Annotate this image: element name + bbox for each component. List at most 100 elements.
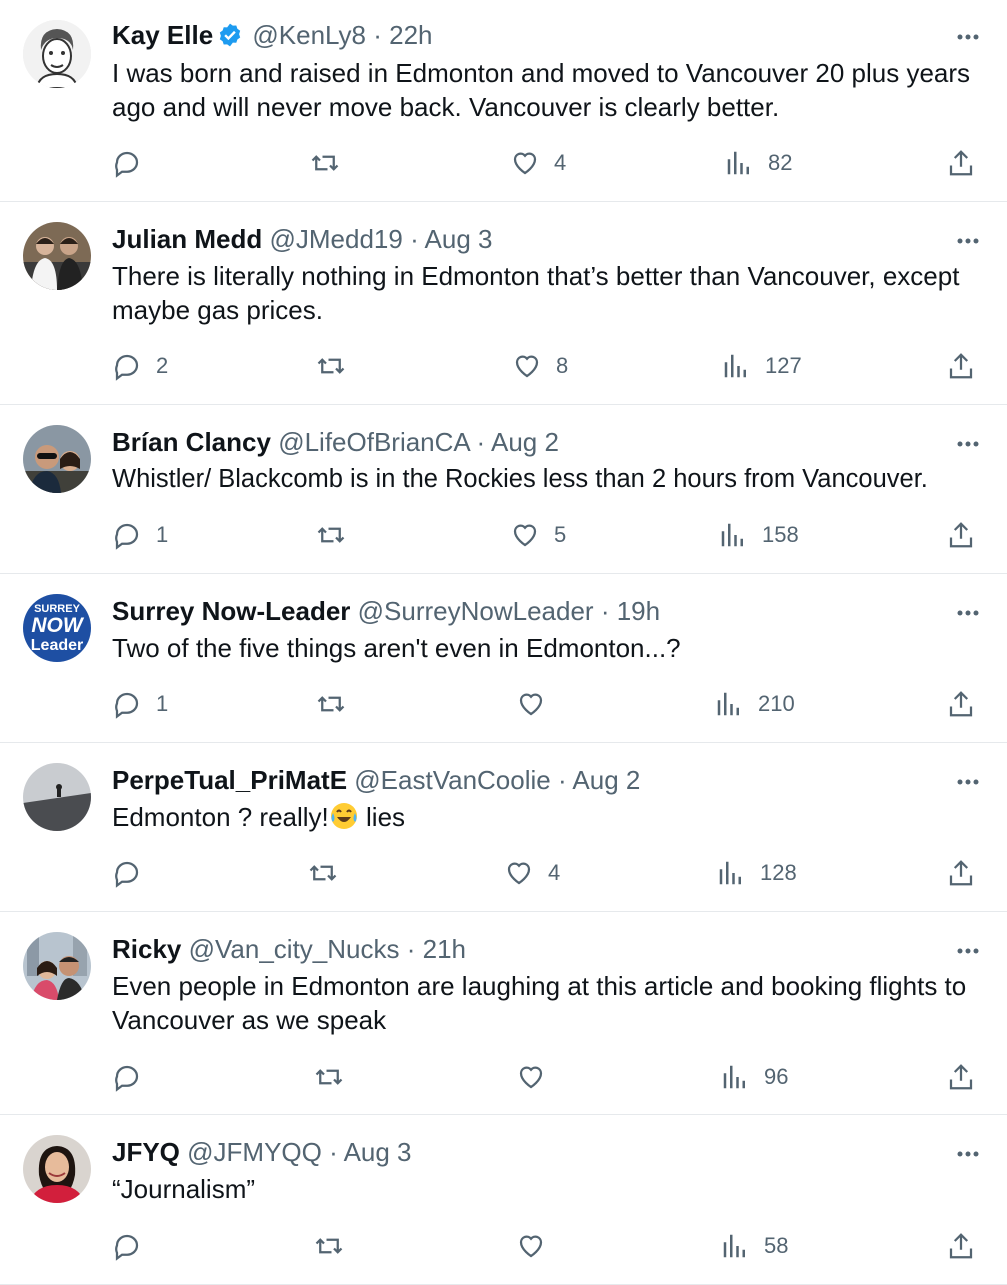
more-options-icon[interactable] <box>953 22 983 52</box>
reply-button[interactable] <box>112 853 156 893</box>
display-name[interactable]: Ricky <box>112 934 181 964</box>
avatar[interactable] <box>23 932 91 1000</box>
share-button[interactable] <box>946 1226 976 1266</box>
tweet[interactable]: JFYQ @JFMYQQ · Aug 3 “Journalism” 58 <box>0 1115 1007 1285</box>
tweet-actions: 1 210 <box>0 684 1007 724</box>
retweet-button[interactable] <box>316 515 360 555</box>
reply-icon <box>115 151 139 178</box>
tweet-header: Brían Clancy @LifeOfBrianCA · Aug 2 <box>112 427 559 457</box>
tweet[interactable]: SURREY NOW Leader Surrey Now-Leader @Sur… <box>0 574 1007 743</box>
tweet-header: Kay Elle @KenLy8 · 22h <box>112 18 947 56</box>
retweet-button[interactable] <box>308 853 352 893</box>
more-options-icon[interactable] <box>953 936 983 966</box>
avatar[interactable] <box>23 425 91 493</box>
retweet-icon <box>317 358 345 374</box>
svg-text:Leader: Leader <box>31 637 83 654</box>
views-button[interactable]: 82 <box>724 143 792 183</box>
display-name[interactable]: Brían Clancy <box>112 427 271 457</box>
views-button[interactable]: 58 <box>720 1226 788 1266</box>
tweet[interactable]: PerpeTual_PriMatE @EastVanCoolie · Aug 2… <box>0 743 1007 912</box>
more-options-icon[interactable] <box>953 1139 983 1169</box>
share-button[interactable] <box>946 143 976 183</box>
tweet-actions: 2 8 127 <box>0 346 1007 386</box>
tweet-header: Julian Medd @JMedd19 · Aug 3 <box>112 224 493 254</box>
timestamp[interactable]: 19h <box>617 596 660 626</box>
retweet-button[interactable] <box>310 143 354 183</box>
timestamp[interactable]: 22h <box>389 20 432 50</box>
tweet-text: “Journalism” <box>112 1174 256 1204</box>
like-button[interactable]: 4 <box>510 143 566 183</box>
reply-icon <box>115 354 139 381</box>
timestamp[interactable]: 21h <box>423 934 466 964</box>
handle[interactable]: @LifeOfBrianCA <box>278 427 469 457</box>
display-name[interactable]: Julian Medd <box>112 224 262 254</box>
like-button[interactable] <box>516 684 560 724</box>
views-chart-icon <box>723 1065 745 1089</box>
tweet[interactable]: Ricky @Van_city_Nucks · 21h Even people … <box>0 912 1007 1115</box>
reply-button[interactable] <box>112 143 156 183</box>
like-button[interactable]: 8 <box>512 346 568 386</box>
views-button[interactable]: 96 <box>720 1057 788 1097</box>
heart-icon <box>513 152 537 175</box>
share-button[interactable] <box>946 346 976 386</box>
like-button[interactable] <box>516 1057 560 1097</box>
share-button[interactable] <box>946 1057 976 1097</box>
display-name[interactable]: Kay Elle <box>112 20 213 50</box>
views-button[interactable]: 158 <box>718 515 799 555</box>
timestamp[interactable]: Aug 2 <box>572 765 640 795</box>
retweet-icon <box>317 527 345 543</box>
reply-button[interactable]: 2 <box>112 346 168 386</box>
display-name[interactable]: JFYQ <box>112 1137 180 1167</box>
avatar[interactable] <box>23 20 91 88</box>
avatar[interactable] <box>23 222 91 290</box>
tweet-text: There is literally nothing in Edmonton t… <box>112 261 960 325</box>
retweet-button[interactable] <box>316 684 360 724</box>
avatar[interactable] <box>23 763 91 831</box>
views-button[interactable]: 210 <box>714 684 795 724</box>
timestamp[interactable]: Aug 2 <box>491 427 559 457</box>
handle[interactable]: @Van_city_Nucks <box>189 934 400 964</box>
reply-button[interactable]: 1 <box>112 684 168 724</box>
more-options-icon[interactable] <box>953 767 983 797</box>
more-options-icon[interactable] <box>953 598 983 628</box>
views-button[interactable]: 128 <box>716 853 797 893</box>
share-button[interactable] <box>946 684 976 724</box>
tweet[interactable]: Kay Elle @KenLy8 · 22h I was born and ra… <box>0 0 1007 202</box>
display-name[interactable]: PerpeTual_PriMatE <box>112 765 347 795</box>
handle[interactable]: @KenLy8 <box>252 20 366 50</box>
heart-icon <box>515 355 539 378</box>
tears-of-joy-emoji-icon <box>330 803 357 829</box>
verified-badge-icon <box>217 22 243 56</box>
timestamp[interactable]: Aug 3 <box>425 224 493 254</box>
reply-icon <box>115 1234 139 1261</box>
display-name[interactable]: Surrey Now-Leader <box>112 596 350 626</box>
reply-button[interactable] <box>112 1057 156 1097</box>
handle[interactable]: @EastVanCoolie <box>354 765 550 795</box>
share-button[interactable] <box>946 853 976 893</box>
like-button[interactable]: 5 <box>510 515 566 555</box>
share-button[interactable] <box>946 515 976 555</box>
views-button[interactable]: 127 <box>721 346 802 386</box>
like-button[interactable] <box>516 1226 560 1266</box>
handle[interactable]: @JFMYQQ <box>187 1137 322 1167</box>
handle[interactable]: @JMedd19 <box>269 224 402 254</box>
tweet[interactable]: Brían Clancy @LifeOfBrianCA · Aug 2 Whis… <box>0 405 1007 574</box>
like-button[interactable]: 4 <box>504 853 560 893</box>
reply-button[interactable]: 1 <box>112 515 168 555</box>
avatar[interactable]: SURREY NOW Leader <box>23 594 91 662</box>
avatar[interactable] <box>23 1135 91 1203</box>
tweet-actions: 96 <box>0 1057 1007 1097</box>
retweet-button[interactable] <box>314 1226 358 1266</box>
more-options-icon[interactable] <box>953 429 983 459</box>
views-chart-icon <box>724 354 746 378</box>
retweet-icon <box>309 865 337 881</box>
tweet-text: Even people in Edmonton are laughing at … <box>112 971 967 1035</box>
heart-icon <box>519 1066 543 1089</box>
reply-button[interactable] <box>112 1226 156 1266</box>
handle[interactable]: @SurreyNowLeader <box>358 596 594 626</box>
timestamp[interactable]: Aug 3 <box>344 1137 412 1167</box>
retweet-button[interactable] <box>316 346 360 386</box>
more-options-icon[interactable] <box>953 226 983 256</box>
retweet-button[interactable] <box>314 1057 358 1097</box>
tweet[interactable]: Julian Medd @JMedd19 · Aug 3 There is li… <box>0 202 1007 405</box>
